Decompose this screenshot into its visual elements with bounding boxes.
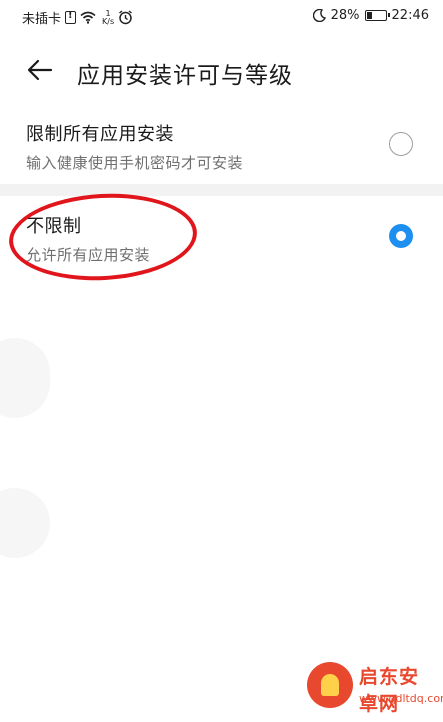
sim-alert-icon (65, 10, 77, 24)
back-button[interactable] (22, 54, 58, 86)
option-restrict-all[interactable]: 限制所有应用安装 输入健康使用手机密码才可安装 (0, 112, 443, 184)
watermark: 启东安卓网 www.qdltdq.com (307, 656, 443, 718)
radio-no-restriction[interactable] (389, 224, 413, 248)
network-speed: 1 K/s (102, 9, 115, 26)
status-bar: 未插卡 1 K/s 28% (0, 0, 443, 34)
carrier-label: 未插卡 (22, 12, 62, 27)
background-shape (0, 338, 50, 418)
status-left: 未插卡 1 K/s (22, 8, 133, 27)
status-right: 28% 22:46 (312, 8, 429, 23)
section-divider (0, 184, 443, 196)
alarm-icon (119, 10, 133, 25)
page-title: 应用安装许可与等级 (77, 63, 293, 89)
battery-percent: 28% (330, 8, 360, 23)
option-title: 限制所有应用安装 (26, 124, 174, 145)
option-description: 输入健康使用手机密码才可安装 (26, 154, 244, 172)
clock: 22:46 (391, 8, 429, 23)
speed-unit: K/s (102, 16, 115, 26)
moon-icon (312, 9, 326, 22)
screen: 未插卡 1 K/s 28% (0, 0, 443, 722)
battery-fill (366, 12, 373, 19)
watermark-name: 启东安卓网 (359, 666, 420, 715)
background-shape (0, 488, 50, 558)
header: 应用安装许可与等级 (0, 44, 443, 96)
back-arrow-icon (27, 59, 53, 81)
wifi-icon (80, 11, 96, 24)
watermark-url: www.qdltdq.com (359, 692, 443, 705)
watermark-logo-icon (307, 662, 353, 708)
battery-icon (364, 10, 390, 21)
radio-restrict-all[interactable] (389, 132, 413, 156)
